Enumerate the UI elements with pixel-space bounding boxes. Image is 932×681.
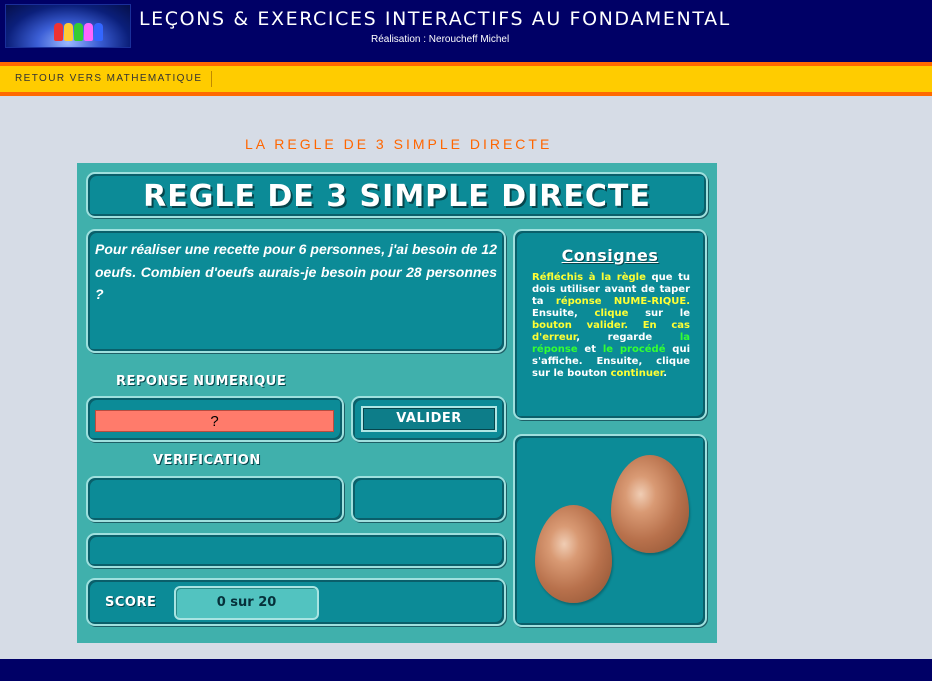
site-logo xyxy=(5,4,131,48)
verification-field-2 xyxy=(351,476,506,522)
egg-image xyxy=(535,505,612,603)
instruction-highlight: le procédé xyxy=(602,344,666,355)
question-panel: Pour réaliser une recette pour 6 personn… xyxy=(86,229,506,353)
instructions-text: Réfléchis à la règle que tu dois utilise… xyxy=(532,272,690,380)
instruction-text: Ensuite, xyxy=(532,308,595,319)
instruction-text: et xyxy=(577,344,603,355)
score-value: 0 sur 20 xyxy=(174,586,319,620)
banner-title: REGLE DE 3 SIMPLE DIRECTE xyxy=(143,179,651,214)
exercise-app: REGLE DE 3 SIMPLE DIRECTE Pour réaliser … xyxy=(77,163,717,643)
instructions-title: Consignes xyxy=(561,246,659,265)
validate-button[interactable]: VALIDER xyxy=(361,406,497,432)
nav-separator xyxy=(211,71,212,87)
instruction-text: . xyxy=(663,368,668,379)
logo-figure xyxy=(94,23,103,41)
verification-field-1 xyxy=(86,476,344,522)
site-title: LEÇONS & EXERCICES INTERACTIFS AU FONDAM… xyxy=(139,8,731,30)
instruction-highlight: bouton valider. xyxy=(532,320,628,331)
logo-figure xyxy=(64,23,73,41)
back-to-math-link[interactable]: RETOUR VERS MATHEMATIQUE xyxy=(15,73,203,84)
instruction-highlight: clique xyxy=(594,308,629,319)
instruction-text xyxy=(628,320,643,331)
logo-figure xyxy=(54,23,63,41)
exercise-banner: REGLE DE 3 SIMPLE DIRECTE xyxy=(86,172,708,218)
page-title: LA REGLE DE 3 SIMPLE DIRECTE xyxy=(245,136,553,152)
score-label: SCORE xyxy=(105,595,157,610)
verification-field-3 xyxy=(86,533,506,568)
instruction-highlight: réponse NUME-RIQUE. xyxy=(555,296,690,307)
instruction-highlight: Réfléchis à la règle xyxy=(532,272,646,283)
instruction-highlight: continuer xyxy=(610,368,664,379)
instruction-text: , regarde xyxy=(576,332,680,343)
nav-stripe xyxy=(0,92,932,96)
score-panel: SCORE 0 sur 20 xyxy=(86,578,506,626)
logo-figure xyxy=(84,23,93,41)
validate-panel: VALIDER xyxy=(351,396,506,442)
egg-image xyxy=(611,455,689,553)
author-credit: Réalisation : Neroucheff Michel xyxy=(371,34,510,45)
nav-bar: RETOUR VERS MATHEMATIQUE xyxy=(0,66,932,92)
site-footer xyxy=(0,659,932,681)
verification-label: VERIFICATION xyxy=(153,453,261,468)
instructions-panel: Consignes Réfléchis à la règle que tu do… xyxy=(513,229,707,420)
answer-panel xyxy=(86,396,344,442)
illustration-panel xyxy=(513,434,707,627)
instruction-text: sur le xyxy=(628,308,690,319)
site-header: LEÇONS & EXERCICES INTERACTIFS AU FONDAM… xyxy=(0,0,932,62)
answer-input[interactable] xyxy=(95,410,334,432)
logo-figure xyxy=(74,23,83,41)
answer-label: REPONSE NUMERIQUE xyxy=(116,374,287,389)
question-text: Pour réaliser une recette pour 6 personn… xyxy=(95,241,497,302)
